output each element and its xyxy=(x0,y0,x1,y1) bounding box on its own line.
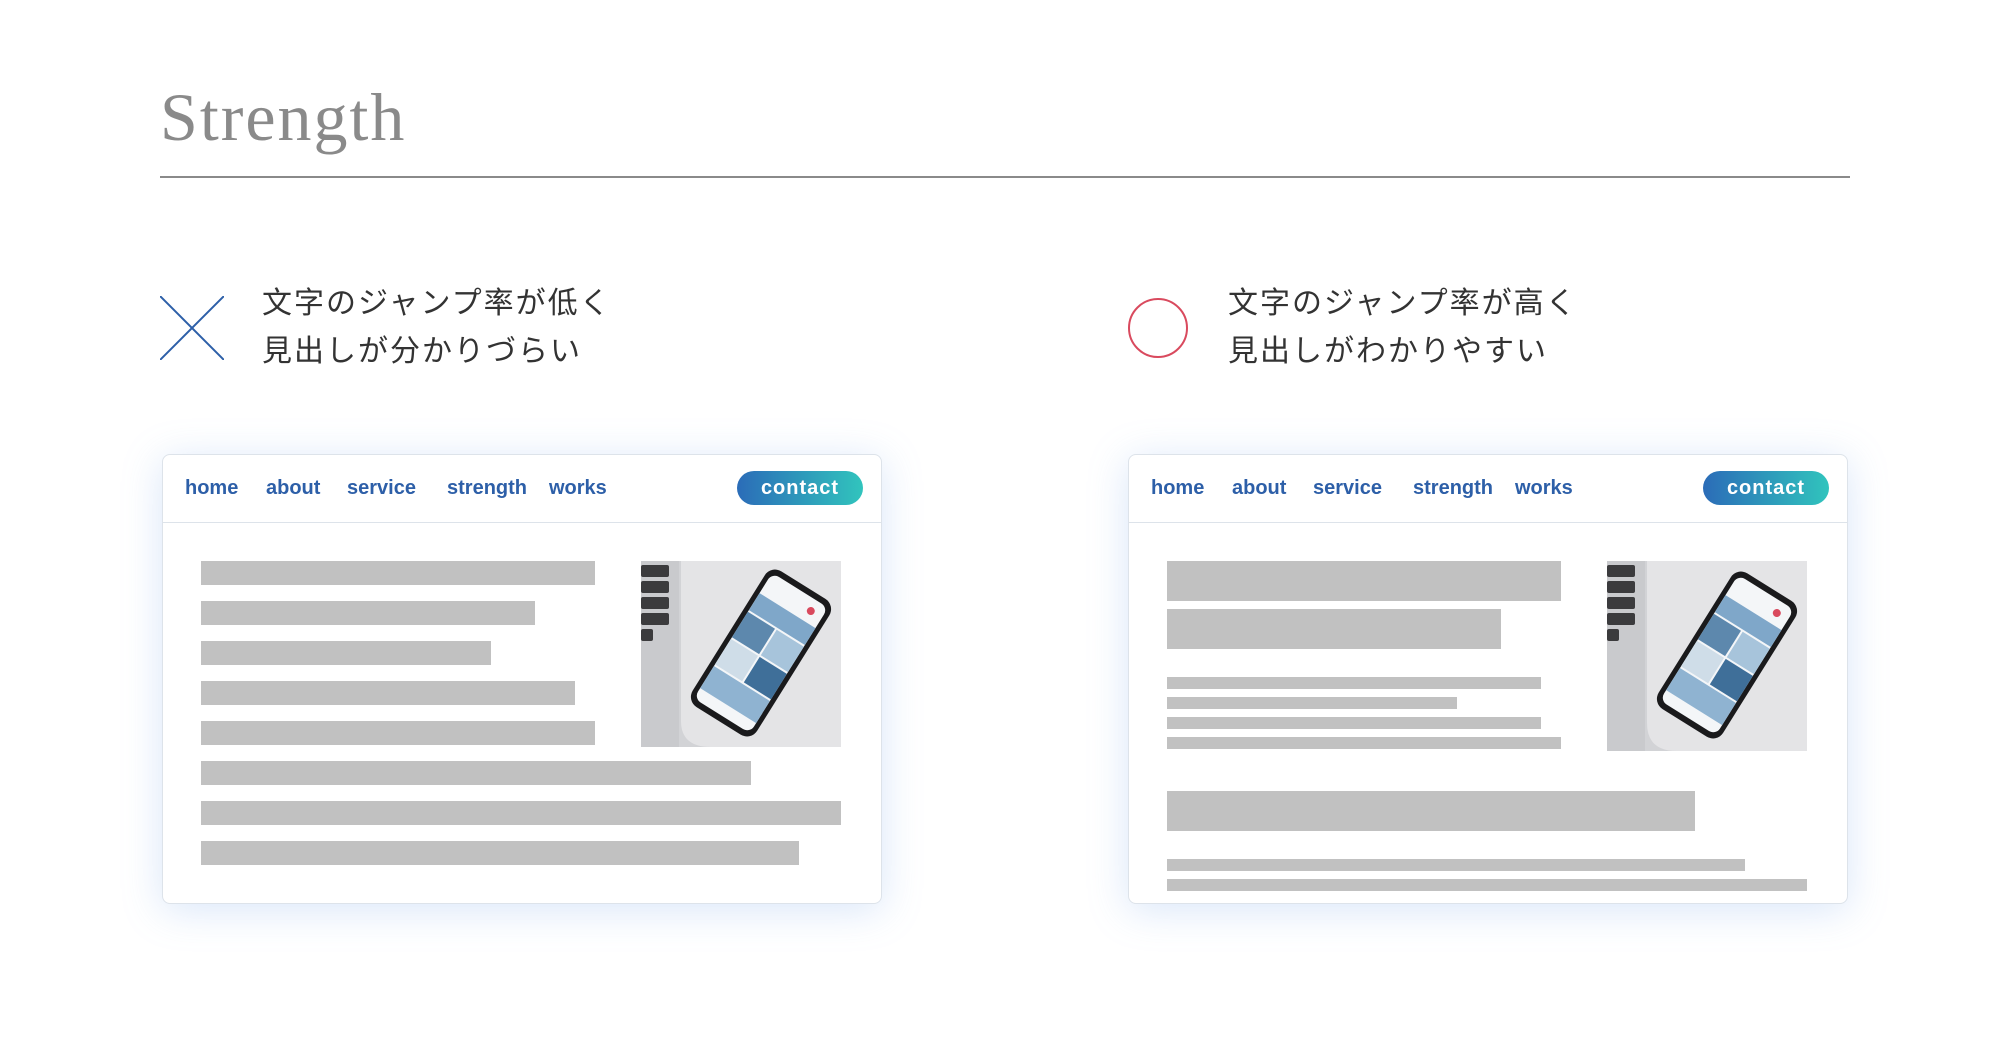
text-placeholder-bar xyxy=(1167,717,1541,729)
heading-placeholder-bar xyxy=(1167,609,1501,649)
nav-link-service[interactable]: service xyxy=(1313,477,1382,500)
nav-link-about[interactable]: about xyxy=(1232,477,1286,500)
good-example-panel: 文字のジャンプ率が高く 見出しがわかりやすい home about servic… xyxy=(1126,280,1848,920)
nav-link-works[interactable]: works xyxy=(549,477,607,500)
nav-link-strength[interactable]: strength xyxy=(1413,477,1493,500)
text-placeholder-bar xyxy=(1167,879,1807,891)
text-placeholder-bar xyxy=(201,561,595,585)
mockup-nav-bar: home about service strength works contac… xyxy=(1129,455,1847,523)
nav-link-about[interactable]: about xyxy=(266,477,320,500)
good-example-caption: 文字のジャンプ率が高く 見出しがわかりやすい xyxy=(1228,280,1578,376)
page-title: Strength xyxy=(160,79,407,155)
contact-button[interactable]: contact xyxy=(737,471,863,505)
text-placeholder-bar xyxy=(1167,697,1457,709)
x-cross-icon xyxy=(160,296,224,360)
text-placeholder-bar xyxy=(201,841,799,865)
heading-placeholder-bar xyxy=(1167,791,1695,831)
caption-line-1: 文字のジャンプ率が高く xyxy=(1228,286,1578,321)
text-placeholder-bar xyxy=(201,721,595,745)
bad-example-panel: 文字のジャンプ率が低く 見出しが分かりづらい home about servic… xyxy=(160,280,882,920)
bad-example-caption: 文字のジャンプ率が低く 見出しが分かりづらい xyxy=(262,280,612,376)
nav-link-home[interactable]: home xyxy=(1151,477,1204,500)
circle-icon xyxy=(1128,298,1188,358)
website-mockup-high-contrast: home about service strength works contac… xyxy=(1128,454,1848,904)
text-placeholder-bar xyxy=(201,801,841,825)
mockup-nav-bar: home about service strength works contac… xyxy=(163,455,881,523)
nav-link-service[interactable]: service xyxy=(347,477,416,500)
text-placeholder-bar xyxy=(201,761,751,785)
title-divider xyxy=(160,176,1850,178)
caption-line-1: 文字のジャンプ率が低く xyxy=(262,286,612,321)
caption-line-2: 見出しが分かりづらい xyxy=(262,334,582,369)
text-placeholder-bar xyxy=(201,681,575,705)
text-placeholder-bar xyxy=(1167,677,1541,689)
text-placeholder-bar xyxy=(1167,737,1561,749)
phone-laptop-photo xyxy=(641,561,841,747)
text-placeholder-bar xyxy=(201,601,535,625)
caption-line-2: 見出しがわかりやすい xyxy=(1228,334,1548,369)
heading-placeholder-bar xyxy=(1167,561,1561,601)
nav-link-works[interactable]: works xyxy=(1515,477,1573,500)
contact-button[interactable]: contact xyxy=(1703,471,1829,505)
text-placeholder-bar xyxy=(201,641,491,665)
nav-link-strength[interactable]: strength xyxy=(447,477,527,500)
text-placeholder-bar xyxy=(1167,859,1745,871)
nav-link-home[interactable]: home xyxy=(185,477,238,500)
phone-laptop-photo xyxy=(1607,561,1807,751)
website-mockup-low-contrast: home about service strength works contac… xyxy=(162,454,882,904)
